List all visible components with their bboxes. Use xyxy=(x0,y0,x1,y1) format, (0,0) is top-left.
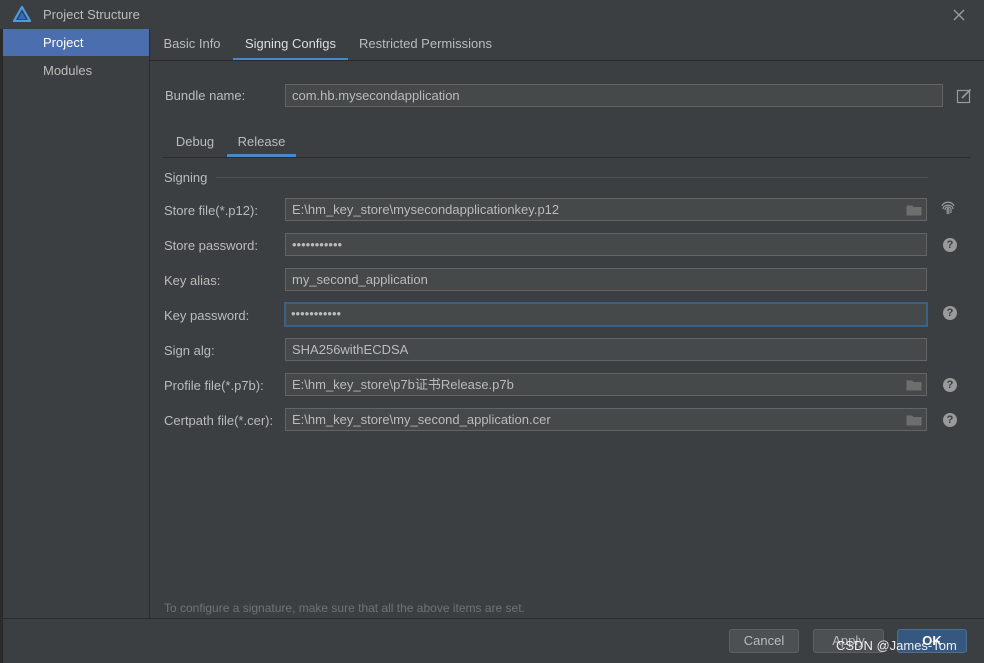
tab-restricted-permissions[interactable]: Restricted Permissions xyxy=(353,29,498,61)
sign-alg-field[interactable]: SHA256withECDSA xyxy=(285,338,927,361)
bundle-name-label: Bundle name: xyxy=(165,88,246,103)
key-alias-label: Key alias: xyxy=(164,273,221,288)
key-password-label: Key password: xyxy=(164,308,250,323)
key-password-field[interactable]: ••••••••••• xyxy=(284,302,928,327)
tab-label: Signing Configs xyxy=(244,36,337,51)
section-separator xyxy=(216,177,928,178)
window-title: Project Structure xyxy=(43,7,140,22)
subtab-label: Release xyxy=(237,134,286,149)
help-icon[interactable]: ? xyxy=(943,378,957,392)
folder-icon[interactable] xyxy=(906,414,922,426)
store-password-field[interactable]: ••••••••••• xyxy=(285,233,927,256)
cancel-button[interactable]: Cancel xyxy=(729,629,799,653)
subtab-debug[interactable]: Debug xyxy=(166,131,224,157)
tab-basic-info[interactable]: Basic Info xyxy=(156,29,228,61)
folder-icon[interactable] xyxy=(906,379,922,391)
footer-divider xyxy=(0,618,984,619)
key-alias-field[interactable]: my_second_application xyxy=(285,268,927,291)
app-logo-icon xyxy=(13,6,31,22)
folder-icon[interactable] xyxy=(906,204,922,216)
store-file-label: Store file(*.p12): xyxy=(164,203,258,218)
tab-signing-configs[interactable]: Signing Configs xyxy=(233,29,348,61)
subtab-label: Debug xyxy=(175,134,215,149)
tab-bar: Basic Info Signing Configs Restricted Pe… xyxy=(150,29,984,61)
tab-divider xyxy=(150,60,984,61)
subtab-release[interactable]: Release xyxy=(227,131,296,157)
subtab-divider xyxy=(163,157,970,158)
watermark: CSDN @James-Tom xyxy=(836,638,957,653)
sidebar-item-label: Project xyxy=(43,35,84,50)
signature-note: To configure a signature, make sure that… xyxy=(164,601,525,615)
sidebar-item-label: Modules xyxy=(43,63,93,78)
edit-icon[interactable] xyxy=(956,88,972,104)
certpath-file-field[interactable]: E:\hm_key_store\my_second_application.ce… xyxy=(285,408,927,431)
close-icon[interactable] xyxy=(950,6,968,24)
bundle-name-field[interactable]: com.hb.mysecondapplication xyxy=(285,84,943,107)
certpath-file-label: Certpath file(*.cer): xyxy=(164,413,274,428)
signing-section-title: Signing xyxy=(164,170,208,185)
store-password-label: Store password: xyxy=(164,238,258,253)
help-icon[interactable]: ? xyxy=(943,413,957,427)
profile-file-field[interactable]: E:\hm_key_store\p7b证书Release.p7b xyxy=(285,373,927,396)
sign-alg-label: Sign alg: xyxy=(164,343,215,358)
title-bar: Project Structure xyxy=(0,0,984,29)
help-icon[interactable]: ? xyxy=(943,238,957,252)
fingerprint-icon[interactable] xyxy=(940,200,956,216)
sidebar-item-project[interactable]: Project xyxy=(3,29,149,56)
tab-label: Basic Info xyxy=(163,36,221,51)
profile-file-label: Profile file(*.p7b): xyxy=(164,378,264,393)
tab-label: Restricted Permissions xyxy=(359,36,492,51)
sidebar: Project Modules xyxy=(3,29,149,619)
store-file-field[interactable]: E:\hm_key_store\mysecondapplicationkey.p… xyxy=(285,198,927,221)
help-icon[interactable]: ? xyxy=(943,306,957,320)
sidebar-item-modules[interactable]: Modules xyxy=(3,57,149,84)
